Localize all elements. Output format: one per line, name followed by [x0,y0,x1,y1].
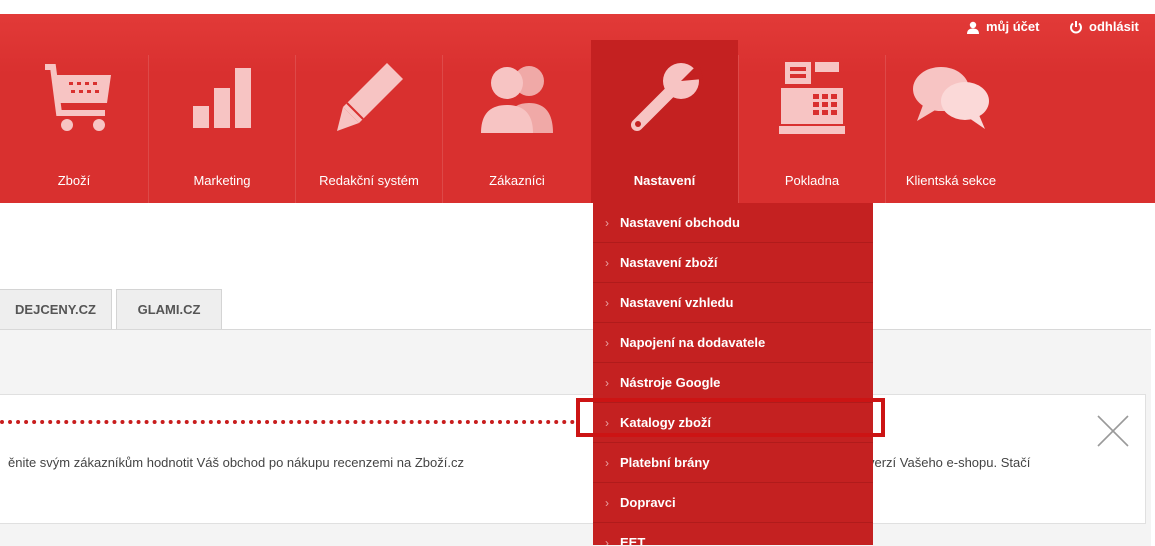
nav-label: Zboží [57,173,91,188]
nav-item-nastaveni[interactable]: Nastavení [591,40,738,203]
nav-label: Redakční systém [319,173,419,188]
menu-item-label: Nástroje Google [620,375,721,390]
nav-item-redakcni-system[interactable]: Redakční systém [296,40,442,203]
notice-text-right: verzí Vašeho e-shopu. Stačí [868,455,1031,470]
chevron-right-icon: › [605,216,609,230]
menu-item-label: Nastavení zboží [620,255,718,270]
menu-item-eet[interactable]: › EET [593,523,873,545]
nav-item-pokladna[interactable]: Pokladna [739,40,885,203]
chevron-right-icon: › [605,336,609,350]
logout-link[interactable]: odhlásit [1069,14,1139,40]
chevron-right-icon: › [605,376,609,390]
menu-item-label: Nastavení vzhledu [620,295,734,310]
nav-label: Klientská sekce [905,173,997,188]
chevron-right-icon: › [605,456,609,470]
chevron-right-icon: › [605,256,609,270]
menu-item-nastaveni-vzhledu[interactable]: › Nastavení vzhledu [593,283,873,323]
nav-label: Zákazníci [489,173,545,188]
annotation-highlight-box [576,398,885,437]
nav-label: Pokladna [784,173,840,188]
tab-glami[interactable]: GLAMI.CZ [116,289,222,329]
nav-item-zakaznici[interactable]: Zákazníci [443,40,591,203]
pencil-icon [337,63,403,131]
logout-label: odhlásit [1089,19,1139,34]
menu-item-label: EET [620,535,646,545]
chevron-right-icon: › [605,496,609,510]
tab-dejceny[interactable]: DEJCENY.CZ [0,289,112,329]
menu-item-label: Napojení na dodavatele [620,335,766,350]
menu-item-nastroje-google[interactable]: › Nástroje Google [593,363,873,403]
close-icon[interactable] [1095,413,1131,449]
cart-icon [45,64,111,131]
nav-item-zbozi[interactable]: Zboží [0,40,148,203]
bar-chart-icon [193,68,251,128]
notice-text-left: ěnite svým zákazníkům hodnotit Váš obcho… [8,455,464,470]
users-icon [481,66,553,133]
chevron-right-icon: › [605,536,609,545]
chevron-right-icon: › [605,296,609,310]
menu-item-napojeni-na-dodavatele[interactable]: › Napojení na dodavatele [593,323,873,363]
wrench-icon [630,63,703,131]
menu-item-label: Platební brány [620,455,710,470]
power-icon [1070,21,1082,34]
menu-item-platebni-brany[interactable]: › Platební brány [593,443,873,483]
user-icon [967,21,979,34]
menu-item-nastaveni-zbozi[interactable]: › Nastavení zboží [593,243,873,283]
menu-item-label: Dopravci [620,495,676,510]
settings-dropdown-menu: › Nastavení obchodu › Nastavení zboží › Nas… [593,203,873,545]
chat-bubbles-icon [913,67,989,129]
nav-label: Marketing [193,173,251,188]
menu-item-nastaveni-obchodu[interactable]: › Nastavení obchodu [593,203,873,243]
my-account-label: můj účet [986,19,1040,34]
nav-item-marketing[interactable]: Marketing [149,40,295,203]
nav-label: Nastavení [633,173,696,188]
menu-item-label: Nastavení obchodu [620,215,740,230]
cash-register-icon [779,62,845,134]
annotation-dotted-line [0,420,575,424]
nav-item-klientska-sekce[interactable]: Klientská sekce [886,40,1016,203]
menu-item-dopravci[interactable]: › Dopravci [593,483,873,523]
my-account-link[interactable]: můj účet [966,14,1039,40]
